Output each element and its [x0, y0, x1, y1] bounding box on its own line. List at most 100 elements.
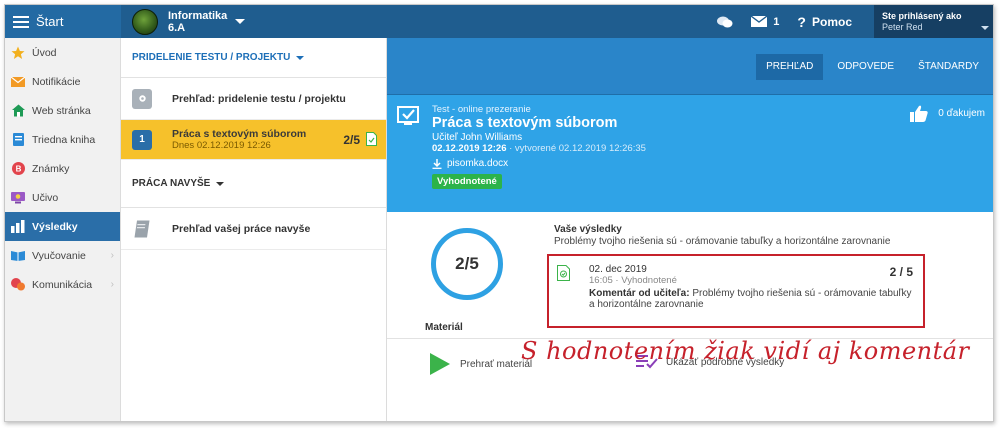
list-item-title: Prehľad: pridelenie testu / projektu	[172, 92, 346, 105]
sidebar-item-ucivo[interactable]: Učivo	[5, 183, 120, 212]
results-title: Vaše výsledky	[554, 224, 622, 235]
sidebar-item-web-stranka[interactable]: Web stránka	[5, 96, 120, 125]
sidebar-item-znamky[interactable]: B Známky	[5, 154, 120, 183]
annotation-text: S hodnotením žiak vidí aj komentár	[521, 337, 970, 365]
section-header-extra-work[interactable]: PRÁCA NAVYŠE	[121, 160, 386, 208]
assignment-title: Práca s textovým súborom	[432, 115, 618, 131]
score-ring: 2/5	[431, 228, 503, 300]
chevron-down-icon	[216, 181, 225, 186]
status-badge: Vyhodnotené	[432, 174, 502, 189]
help-button[interactable]: ? Pomoc	[797, 14, 852, 30]
list-item-selected-assignment[interactable]: 1 Práca s textovým súborom Dnes 02.12.20…	[121, 120, 386, 160]
download-icon	[432, 158, 442, 169]
user-name: Peter Red	[882, 22, 923, 32]
play-icon	[430, 353, 450, 375]
list-item-date: Dnes 02.12.2019 12:26	[172, 140, 271, 151]
chevron-down-icon	[296, 55, 305, 60]
home-icon	[11, 104, 25, 118]
messages-button[interactable]: 1	[751, 16, 779, 28]
sidebar-item-label: Učivo	[32, 191, 59, 204]
messages-count: 1	[773, 15, 780, 28]
class-name: Informatika	[168, 9, 228, 22]
material-title: Materiál	[425, 322, 463, 333]
sidebar-item-komunikacia[interactable]: Komunikácia ›	[5, 270, 120, 299]
teaching-icon	[11, 249, 25, 263]
results-chart-icon	[11, 220, 25, 234]
topbar-actions: 1 ? Pomoc Ste prihlásený ako Peter Red	[717, 5, 993, 38]
gear-icon	[132, 88, 152, 109]
evaluated-document-icon	[366, 132, 377, 146]
test-checkbox-icon	[397, 106, 419, 125]
start-menu[interactable]: Štart	[5, 5, 121, 38]
section-header-assignments[interactable]: PRIDELENIE TESTU / PROJEKTU	[121, 38, 386, 78]
sidebar-item-uvod[interactable]: Úvod	[5, 38, 120, 67]
envelope-icon	[751, 16, 768, 27]
attachment-filename[interactable]: pisomka.docx	[447, 158, 508, 169]
book-icon	[11, 133, 25, 147]
sidebar-item-label: Komunikácia	[32, 278, 93, 291]
evaluated-document-icon	[557, 265, 570, 281]
entry-date: 02. dec 2019	[589, 264, 647, 275]
class-section: 6.A	[168, 21, 186, 34]
sidebar-item-label: Triedna kniha	[32, 133, 96, 146]
chevron-right-icon: ›	[110, 250, 114, 261]
user-menu[interactable]: Ste prihlásený ako Peter Red	[874, 5, 993, 38]
sidebar-item-label: Web stránka	[32, 104, 91, 117]
list-item-score: 2/5	[343, 133, 360, 147]
section-title: PRIDELENIE TESTU / PROJEKTU	[132, 52, 291, 63]
help-label: Pomoc	[811, 14, 852, 29]
notebook-icon	[132, 219, 152, 239]
assignment-list: PRIDELENIE TESTU / PROJEKTU Prehľad: pri…	[121, 38, 387, 421]
sidebar: Úvod Notifikácie Web stránka Triedna kni…	[5, 38, 121, 421]
play-material-button[interactable]: Prehrať materiál	[430, 353, 532, 375]
thumbs-up-icon	[910, 105, 928, 122]
app-window: Štart Informatika 6.A 1 ? Pomoc Ste prih…	[4, 4, 994, 422]
chat-bubbles-icon[interactable]	[717, 15, 733, 29]
start-label[interactable]: Štart	[36, 14, 63, 29]
results-description: Problémy tvojho riešenia sú - orámovanie…	[554, 236, 891, 247]
tab-standardy[interactable]: ŠTANDARDY	[908, 54, 989, 80]
assignment-number-badge: 1	[132, 129, 152, 150]
thanks-button[interactable]: 0 ďakujem	[910, 105, 985, 122]
svg-text:B: B	[15, 165, 21, 174]
lesson-icon	[11, 191, 25, 205]
section-title: PRÁCA NAVYŠE	[132, 178, 211, 189]
sidebar-item-label: Úvod	[32, 46, 57, 59]
question-icon: ?	[797, 13, 806, 30]
sidebar-item-triedna-kniha[interactable]: Triedna kniha	[5, 125, 120, 154]
sidebar-item-vyucovanie[interactable]: Vyučovanie ›	[5, 241, 120, 270]
grade-icon: B	[11, 162, 25, 176]
list-item-extra-work[interactable]: Prehľad vašej práce navyše	[121, 208, 386, 250]
tab-odpovede[interactable]: ODPOVEDE	[827, 54, 904, 80]
class-selector[interactable]: Informatika 6.A	[132, 8, 246, 35]
sidebar-item-label: Výsledky	[32, 220, 78, 233]
assignment-dates: 02.12.2019 12:26 · vytvorené 02.12.2019 …	[432, 143, 646, 154]
user-caption: Ste prihlásený ako	[882, 11, 962, 21]
list-item-title: Prehľad vašej práce navyše	[172, 222, 311, 235]
assignment-type: Test - online prezeranie	[432, 104, 531, 115]
star-icon	[11, 46, 25, 60]
comment-label: Komentár od učiteľa:	[589, 288, 690, 299]
envelope-icon	[11, 75, 25, 89]
sidebar-item-notifikacie[interactable]: Notifikácie	[5, 67, 120, 96]
teacher-comment: Komentár od učiteľa: Problémy tvojho rie…	[589, 288, 915, 310]
hamburger-icon[interactable]	[13, 15, 29, 28]
top-bar: Štart Informatika 6.A 1 ? Pomoc Ste prih…	[5, 5, 993, 38]
assignment-header: Test - online prezeranie Práca s textový…	[387, 95, 993, 212]
results-section: 2/5 Vaše výsledky Problémy tvojho riešen…	[387, 212, 993, 339]
entry-time: 16:05 · Vyhodnotené	[589, 275, 677, 286]
chevron-right-icon: ›	[110, 279, 114, 290]
chevron-down-icon	[981, 26, 989, 30]
list-item-overview[interactable]: Prehľad: pridelenie testu / projektu	[121, 78, 386, 120]
list-item-title: Práca s textovým súborom	[172, 128, 307, 140]
assignment-teacher: Učiteľ John Williams	[432, 132, 523, 143]
sidebar-item-vysledky[interactable]: Výsledky	[5, 212, 120, 241]
attachment-link[interactable]: pisomka.docx	[432, 158, 646, 169]
tab-prehlad[interactable]: PREHĽAD	[756, 54, 824, 80]
entry-score: 2 / 5	[889, 265, 913, 279]
class-logo	[132, 8, 158, 35]
chevron-down-icon[interactable]	[235, 19, 246, 24]
sidebar-item-label: Známky	[32, 162, 70, 175]
sidebar-item-label: Notifikácie	[32, 75, 81, 88]
chat-icon	[11, 278, 25, 292]
